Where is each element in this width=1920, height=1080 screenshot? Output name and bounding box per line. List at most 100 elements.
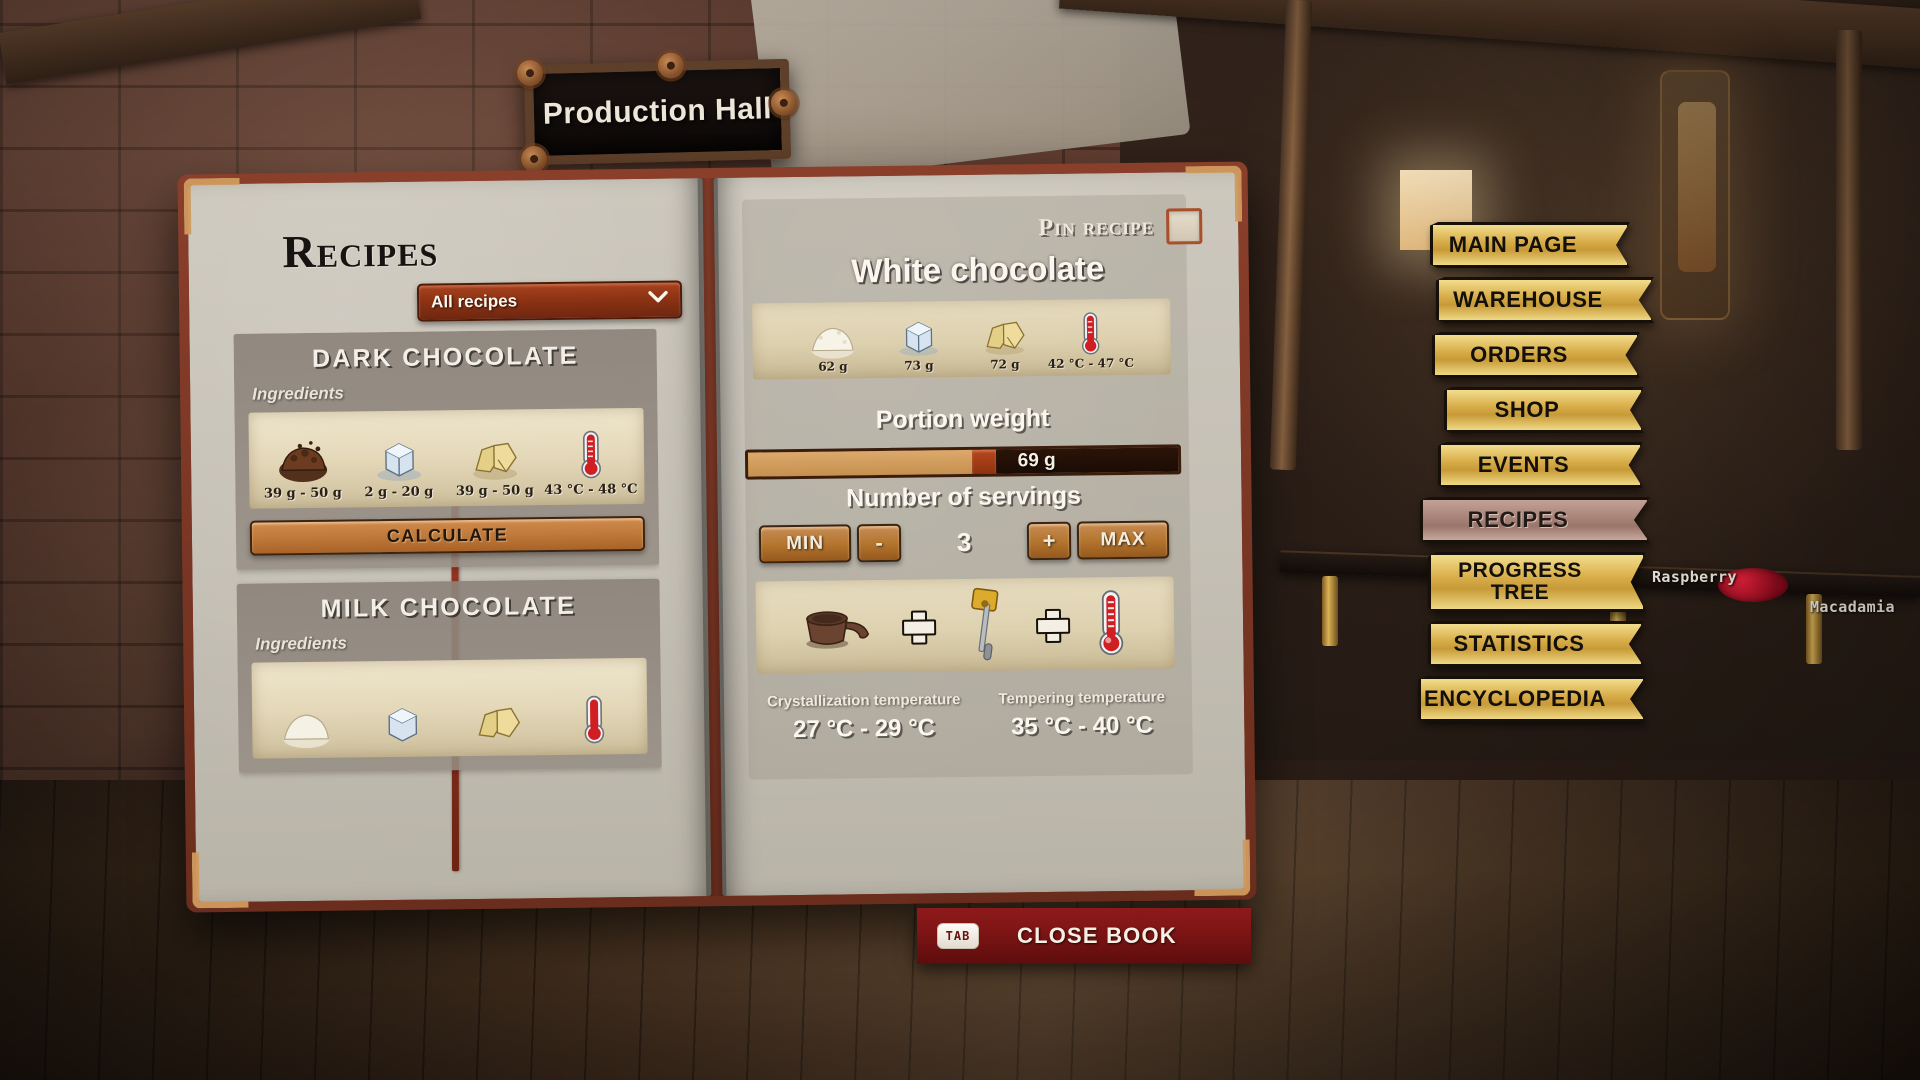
chevron-down-icon (648, 290, 668, 309)
thermometer-icon (580, 430, 601, 479)
nav-item-events[interactable]: EVENTS (1438, 442, 1643, 488)
nav-item-progress-tree[interactable]: PROGRESS TREE (1428, 552, 1646, 612)
ingredient-cocoa-butter: 39 g - 50 g (455, 431, 534, 499)
recipe-card-dark-chocolate[interactable]: DARK CHOCOLATE Ingredients 39 g - 50 g 2… (233, 328, 660, 570)
recipe-filter-value: All recipes (430, 291, 518, 312)
ingredient-amount: 72 g (990, 357, 1020, 372)
cocoa-butter-icon (985, 321, 1025, 355)
nav-item-recipes[interactable]: RECIPES (1420, 497, 1650, 543)
recipe-card-title: DARK CHOCOLATE (311, 341, 579, 373)
tempering-temperature-caption: Tempering temperature (998, 688, 1166, 708)
side-navigation: MAIN PAGE WAREHOUSE ORDERS SHOP EVENTS R… (1418, 222, 1900, 731)
production-hall-sign: Production Hall (516, 52, 798, 173)
shelf-leg (1322, 576, 1338, 646)
thermometer-icon (1082, 312, 1100, 355)
selected-recipe-name: White chocolate (851, 249, 1105, 290)
recipe-book: Recipes All recipes DARK CHOCOLATE Ingre… (177, 161, 1257, 913)
ingredient-sugar: 2 g - 20 g (359, 432, 438, 500)
page-title: Recipes (282, 224, 439, 278)
ingredient-amount: 39 g - 50 g (263, 485, 342, 502)
hall-sign-label: Production Hall (542, 92, 773, 131)
close-book-label: CLOSE BOOK (1017, 923, 1177, 948)
plus-icon (901, 609, 933, 641)
portion-weight-heading: Portion weight (875, 403, 1050, 435)
spatula-icon (971, 587, 999, 661)
ingredient-milk-powder (266, 699, 345, 752)
pin-recipe-checkbox[interactable] (1166, 208, 1203, 245)
pin-recipe-row[interactable]: Pin recipe (1038, 208, 1203, 246)
temperatures-row: Crystallization temperature 27 °C - 29 °… (748, 688, 1185, 744)
plus-icon (1035, 608, 1067, 640)
ingredient-sugar (362, 697, 441, 750)
ingredient-strip: 39 g - 50 g 2 g - 20 g 39 g - 50 g 43 °C… (248, 407, 645, 509)
servings-decrement-button[interactable]: - (856, 523, 902, 563)
cocoa-butter-icon (472, 442, 517, 480)
gear-icon (657, 52, 685, 79)
recipe-filter-dropdown[interactable]: All recipes (416, 280, 683, 322)
recipe-card-milk-chocolate[interactable]: MILK CHOCOLATE Ingredients (236, 578, 662, 773)
servings-count: 3 (956, 526, 972, 557)
nav-item-shop[interactable]: SHOP (1444, 387, 1644, 433)
servings-max-button[interactable]: MAX (1076, 520, 1170, 560)
cocoa-mass-icon (278, 441, 327, 483)
portion-weight-slider[interactable]: 69 g (744, 444, 1182, 480)
sugar-cube-icon (899, 321, 939, 356)
ingredient-strip (251, 657, 648, 759)
thermometer-icon (584, 695, 604, 744)
nav-label: SHOP (1494, 396, 1560, 422)
thermometer-icon (1099, 590, 1124, 656)
nav-label: ENCYCLOPEDIA (1424, 685, 1606, 711)
ingredient-amount: 73 g (904, 358, 934, 373)
ingredients-caption: Ingredients (252, 383, 344, 404)
ingredient-sugar: 73 g (879, 312, 958, 373)
milk-powder-icon (282, 714, 329, 749)
ingredient-amount: 62 g (818, 359, 848, 374)
right-page-content: Pin recipe White chocolate 62 g 73 g 72 … (734, 186, 1228, 874)
ingredients-caption: Ingredients (255, 633, 348, 654)
nav-label: EVENTS (1477, 451, 1570, 477)
left-page-content: Recipes All recipes DARK CHOCOLATE Ingre… (218, 193, 683, 878)
cocoa-butter-icon (478, 707, 520, 738)
nav-label: MAIN PAGE (1448, 231, 1578, 257)
selected-ingredient-strip: 62 g 73 g 72 g 42 °C - 47 °C (752, 298, 1172, 380)
ingredient-cocoa-butter: 72 g (965, 311, 1044, 372)
ingredient-temperature: 43 °C - 48 °C (544, 428, 638, 498)
nav-item-statistics[interactable]: STATISTICS (1428, 621, 1644, 667)
sugar-cube-icon (376, 443, 421, 481)
crystallization-temperature-value: 27 °C - 29 °C (792, 714, 936, 744)
ingredient-temperature: 42 °C - 47 °C (1048, 310, 1134, 371)
required-tools-strip (755, 576, 1175, 674)
nav-item-warehouse[interactable]: WAREHOUSE (1436, 277, 1654, 323)
milk-powder-icon (811, 327, 854, 359)
ingredient-cocoa-butter (458, 696, 537, 749)
crystallization-temperature-block: Crystallization temperature 27 °C - 29 °… (767, 691, 961, 744)
portion-weight-value: 69 g (1017, 449, 1056, 472)
crystallization-temperature-caption: Crystallization temperature (766, 691, 961, 711)
nav-item-main-page[interactable]: MAIN PAGE (1430, 222, 1630, 268)
ingredient-amount: 43 °C - 48 °C (544, 481, 638, 499)
nav-item-encyclopedia[interactable]: ENCYCLOPEDIA (1418, 676, 1646, 722)
nav-item-orders[interactable]: ORDERS (1432, 332, 1640, 378)
nav-label: STATISTICS (1453, 630, 1585, 656)
gear-icon (516, 59, 544, 87)
recipe-card-title: MILK CHOCOLATE (320, 591, 577, 623)
calculate-button[interactable]: CALCULATE (249, 515, 646, 556)
ingredient-milk-powder: 62 g (793, 313, 872, 374)
tempering-temperature-value: 35 °C - 40 °C (1010, 711, 1154, 741)
nav-label: PROGRESS TREE (1458, 558, 1582, 604)
servings-increment-button[interactable]: + (1026, 521, 1072, 561)
melting-pot-icon (806, 611, 870, 649)
tempering-temperature-block: Tempering temperature 35 °C - 40 °C (998, 689, 1165, 742)
servings-min-button[interactable]: MIN (758, 524, 852, 564)
tab-key-hint: TAB (937, 923, 979, 949)
ingredient-amount: 2 g - 20 g (364, 484, 434, 501)
close-book-bar[interactable]: TAB CLOSE BOOK (917, 908, 1251, 964)
servings-heading: Number of servings (845, 481, 1082, 513)
portion-weight-handle[interactable] (971, 449, 996, 474)
portion-weight-fill (747, 449, 972, 477)
pin-recipe-label: Pin recipe (1038, 213, 1155, 241)
recipe-list[interactable]: DARK CHOCOLATE Ingredients 39 g - 50 g 2… (233, 328, 662, 862)
ingredient-temperature (554, 693, 633, 748)
ingredient-amount: 42 °C - 47 °C (1047, 355, 1135, 371)
servings-controls: MIN - 3 + MAX (746, 520, 1182, 564)
